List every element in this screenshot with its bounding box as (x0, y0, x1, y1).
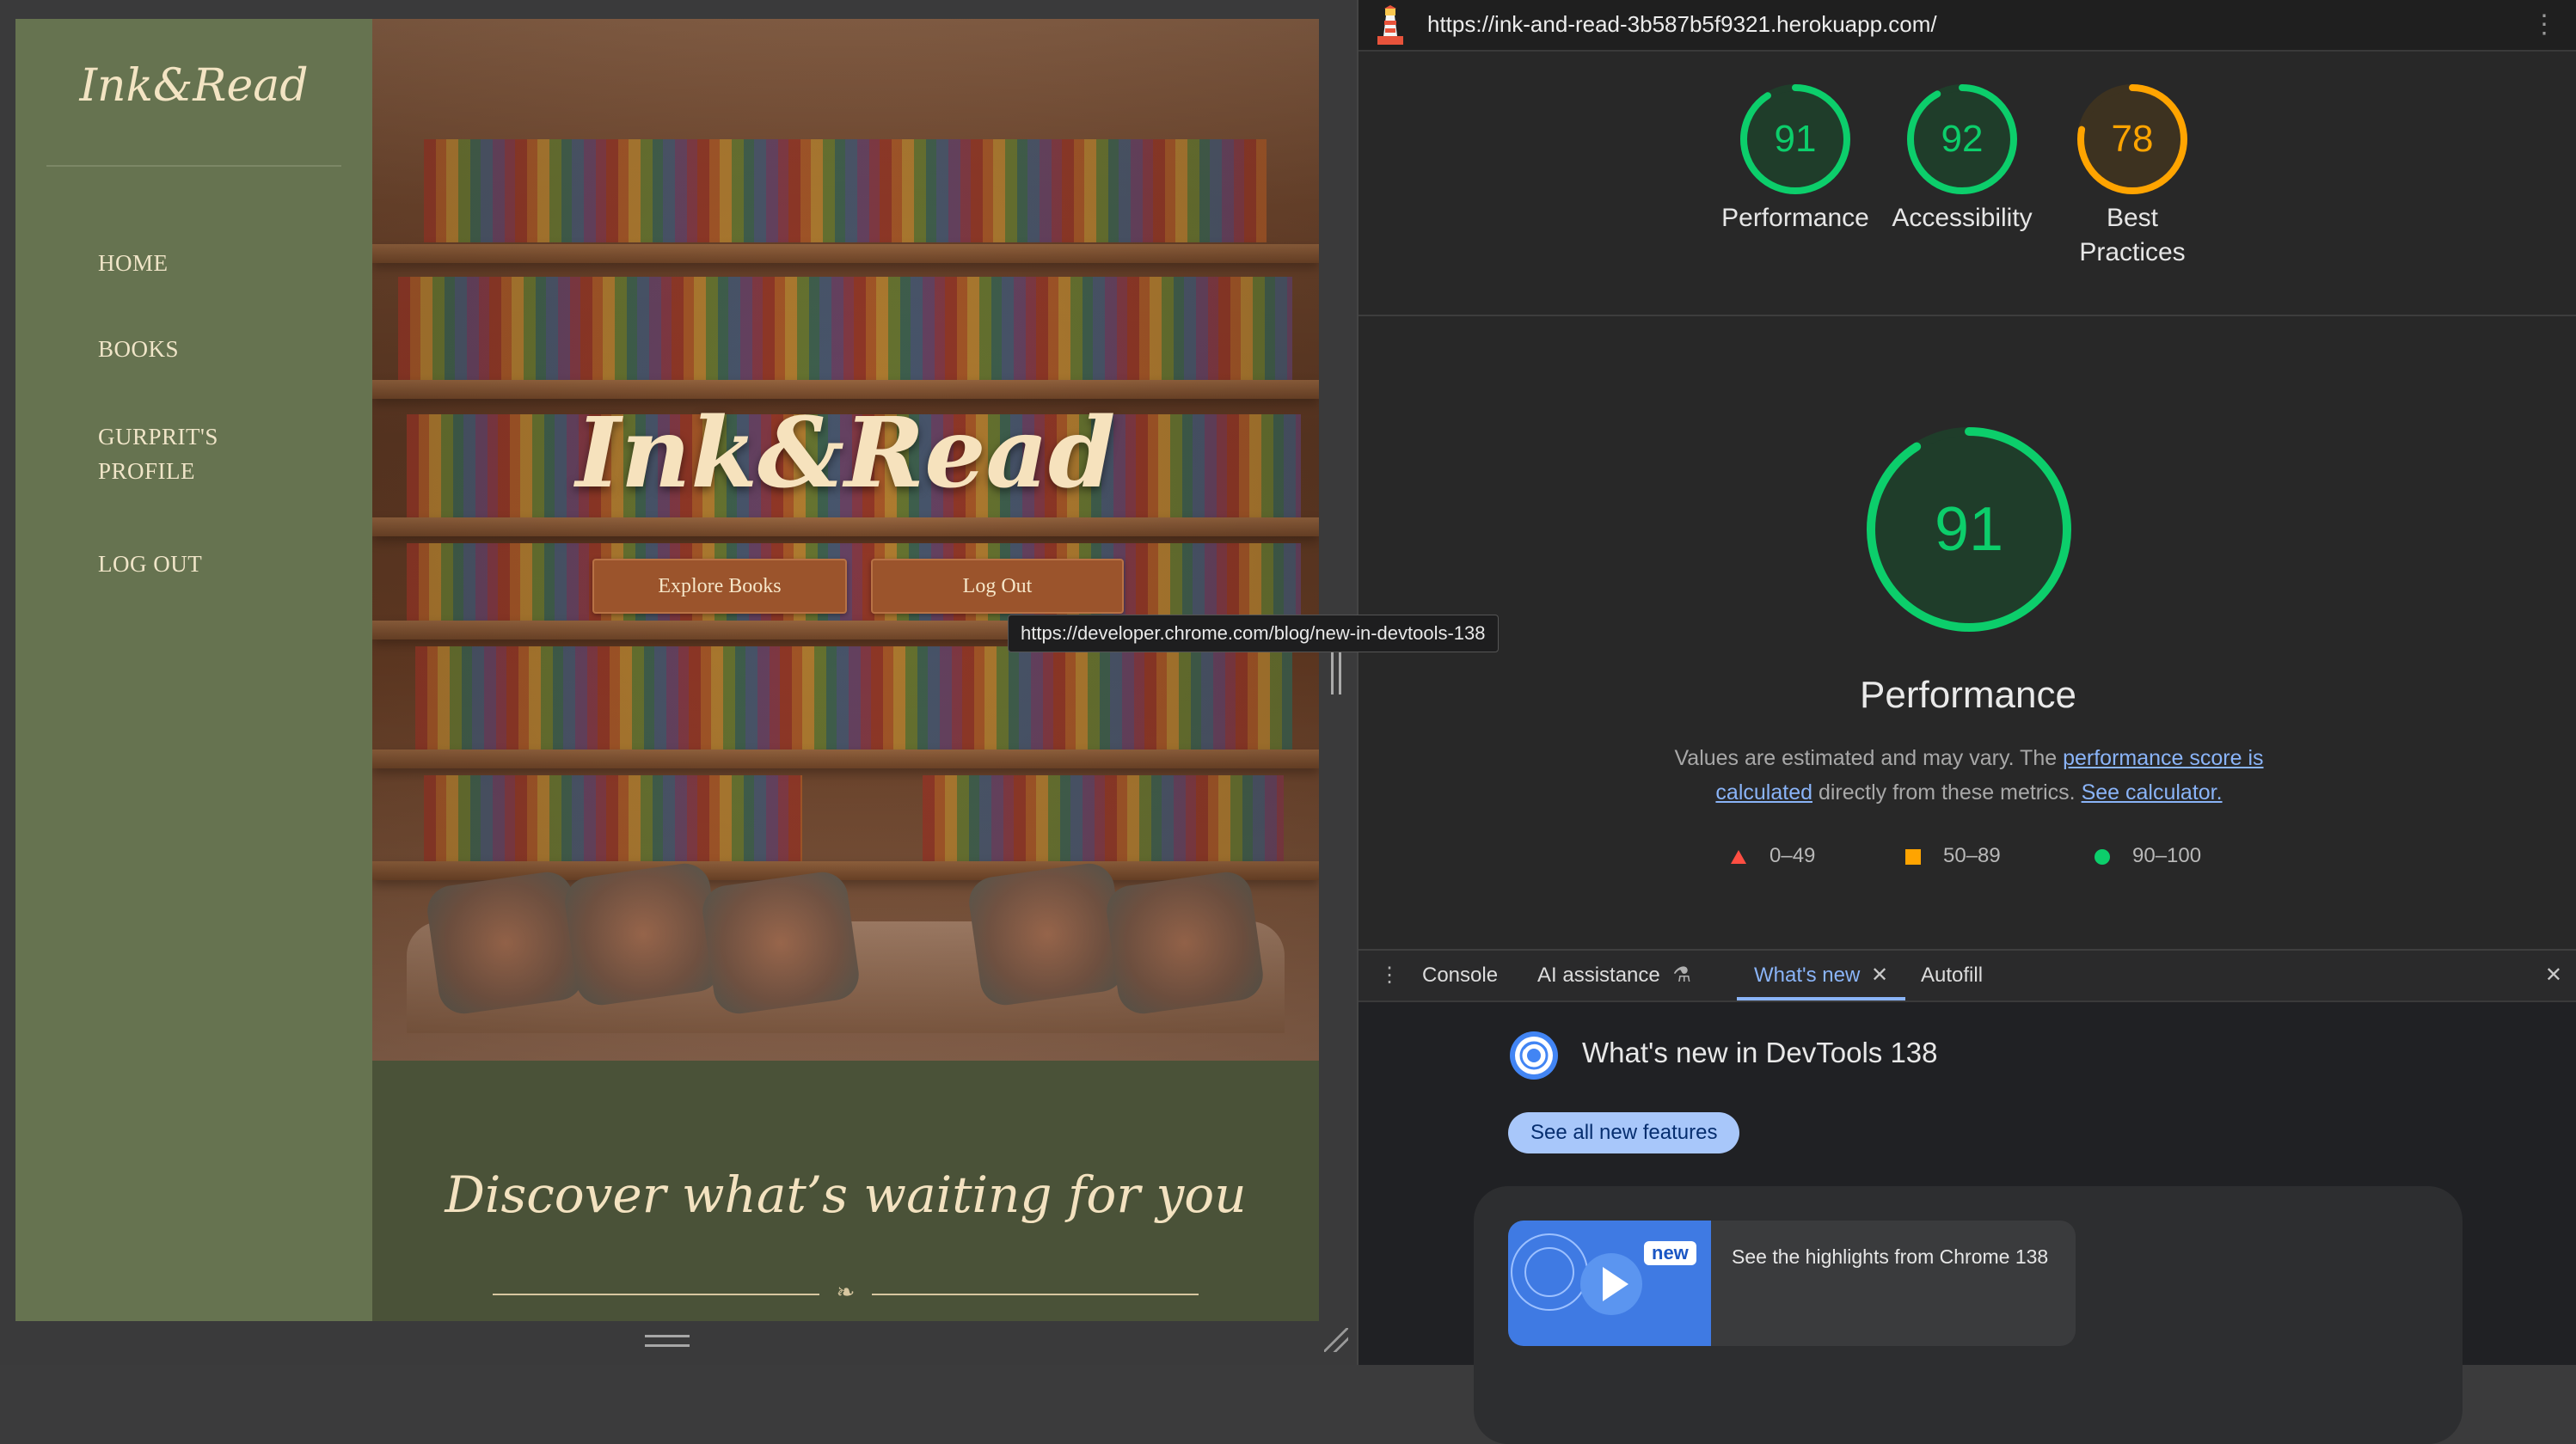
nav-home[interactable]: HOME (98, 246, 169, 280)
resize-corner-icon[interactable] (1324, 1328, 1348, 1352)
lighthouse-url-bar: https://ink-and-read-3b587b5f9321.heroku… (1359, 0, 2576, 52)
experiment-icon: ⚗ (1672, 964, 1691, 987)
nav-logout[interactable]: LOG OUT (98, 547, 202, 581)
gauge-score: 91 (1935, 495, 2003, 564)
gauge-performance[interactable]: 91 Performance (1718, 83, 1873, 236)
gauge-score: 78 (2112, 118, 2154, 160)
ornament-divider: ❧ (493, 1279, 1199, 1305)
new-badge: new (1644, 1241, 1696, 1265)
site-logo[interactable]: Ink&Read (15, 60, 372, 112)
nav-profile[interactable]: GURPRIT'S PROFILE (98, 419, 218, 488)
desc-text: directly from these metrics. (1812, 780, 2082, 805)
drawer-menu-icon[interactable]: ⋮ (1379, 963, 1400, 988)
divider-line (872, 1294, 1199, 1295)
discover-section: Discover what’s waiting for you ❧ (372, 1061, 1319, 1321)
gauge-label: Performance (1721, 204, 1869, 232)
category-title: Performance (1860, 674, 2076, 716)
legend-pass: 90–100 (2095, 842, 2201, 870)
highlight-video-item[interactable]: new See the highlights from Chrome 138 (1508, 1221, 2076, 1346)
link-tooltip: https://developer.chrome.com/blog/new-in… (1008, 615, 1499, 652)
tab-whats-new[interactable]: What's new ✕ (1754, 963, 1888, 988)
gauge-accessibility[interactable]: 92 Accessibility (1885, 83, 2039, 236)
hero-overlay (372, 19, 1319, 1061)
nav-profile-line1: GURPRIT'S (98, 424, 218, 450)
tab-label: What's new (1754, 964, 1861, 987)
legend-fail: 0–49 (1730, 842, 1815, 870)
nav-books[interactable]: BOOKS (98, 332, 179, 366)
video-thumbnail: new (1508, 1221, 1711, 1346)
panel-split-handle[interactable] (1331, 646, 1341, 694)
legend-label: 0–49 (1769, 844, 1816, 867)
viewport-resize-handle[interactable] (645, 1335, 690, 1347)
devtools-panel: https://ink-and-read-3b587b5f9321.heroku… (1357, 0, 2576, 1444)
chrome-devtools-icon (1510, 1031, 1558, 1080)
see-all-features-button[interactable]: See all new features (1508, 1112, 1740, 1153)
close-drawer-icon[interactable]: ✕ (2545, 963, 2562, 988)
website-preview: Ink&Read HOME BOOKS GURPRIT'S PROFILE LO… (15, 19, 1319, 1321)
highlight-item-text: See the highlights from Chrome 138 (1732, 1245, 2049, 1268)
nav-profile-line2: PROFILE (98, 458, 196, 484)
lighthouse-icon (1377, 5, 1403, 45)
gauge-best-practices[interactable]: 78 Best Practices (2046, 83, 2218, 270)
summary-divider (1359, 315, 2576, 316)
gauge-ring: 92 (1907, 84, 2017, 194)
device-viewport: Ink&Read HOME BOOKS GURPRIT'S PROFILE LO… (0, 0, 1357, 1365)
devtools-drawer: ⋮ Console AI assistance ⚗ What's new ✕ A… (1359, 949, 2576, 1444)
legend-average: 50–89 (1905, 842, 2001, 870)
triangle-icon (1731, 849, 1746, 864)
gauge-ring: 91 (1740, 84, 1850, 194)
tab-console[interactable]: Console (1422, 963, 1498, 988)
see-calculator-link[interactable]: See calculator. (2082, 780, 2223, 805)
audited-url[interactable]: https://ink-and-read-3b587b5f9321.heroku… (1427, 11, 1937, 38)
legend-label: 50–89 (1943, 844, 2001, 867)
sidebar-divider (46, 165, 341, 167)
divider-line (493, 1294, 819, 1295)
performance-main-gauge: 91 (1864, 425, 2074, 639)
active-tab-indicator (1737, 997, 1905, 1000)
performance-description: Values are estimated and may vary. The p… (1642, 741, 2296, 810)
tab-autofill[interactable]: Autofill (1921, 963, 1983, 988)
tab-label: AI assistance (1537, 964, 1660, 987)
gauge-score: 92 (1941, 118, 1984, 160)
whats-new-heading: What's new in DevTools 138 (1582, 1037, 1938, 1068)
square-icon (1905, 848, 1921, 865)
tab-ai-assistance[interactable]: AI assistance ⚗ (1537, 963, 1691, 988)
gauge-ring-large: 91 (1867, 427, 2071, 632)
circle-icon (2095, 848, 2110, 865)
gauge-score: 91 (1775, 118, 1817, 160)
hero-logout-button[interactable]: Log Out (871, 559, 1124, 614)
discover-heading: Discover what’s waiting for you (445, 1166, 1247, 1224)
sidebar: Ink&Read HOME BOOKS GURPRIT'S PROFILE LO… (15, 19, 372, 1321)
more-options-icon[interactable]: ⋮ (2531, 9, 2557, 41)
play-icon (1511, 1233, 1642, 1315)
gauge-ring: 78 (2077, 84, 2187, 194)
fleuron-icon: ❧ (836, 1279, 856, 1305)
gauge-label: Best Practices (2079, 204, 2186, 266)
hero-title: Ink&Read (575, 397, 1116, 510)
drawer-tab-bar: ⋮ Console AI assistance ⚗ What's new ✕ A… (1359, 951, 2576, 1002)
close-tab-icon[interactable]: ✕ (1871, 964, 1888, 987)
explore-books-button[interactable]: Explore Books (592, 559, 847, 614)
hero-section: Ink&Read Explore Books Log Out (372, 19, 1319, 1061)
legend-label: 90–100 (2132, 844, 2202, 867)
desc-text: Values are estimated and may vary. The (1674, 746, 2064, 770)
gauge-label: Accessibility (1892, 204, 2033, 232)
